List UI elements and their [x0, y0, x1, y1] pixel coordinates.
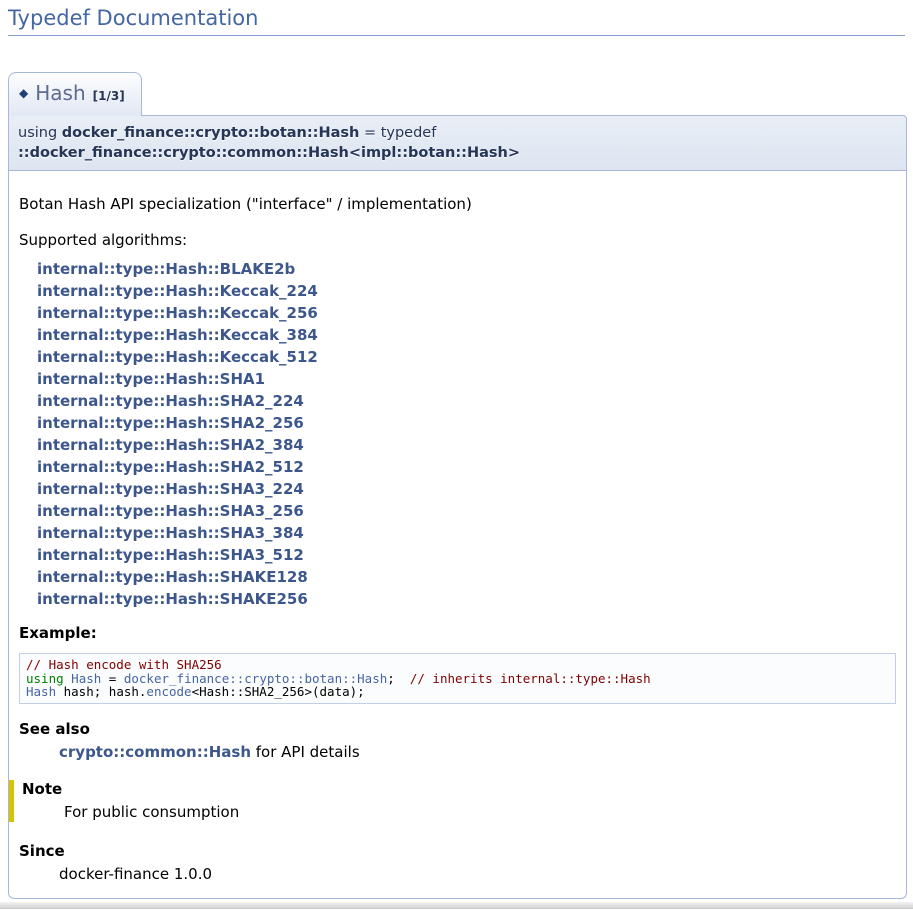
algorithm-row: internal::type::Hash::Keccak_384: [37, 324, 896, 346]
algorithm-link[interactable]: internal::type::Hash::SHA3_512: [37, 546, 304, 564]
algorithms-label: Supported algorithms:: [19, 231, 896, 250]
member-tab-title: Hash: [35, 81, 85, 105]
algorithm-link[interactable]: internal::type::Hash::SHA3_384: [37, 524, 304, 542]
summary-text: Botan Hash API specialization ("interfac…: [19, 195, 896, 214]
algorithm-link[interactable]: internal::type::Hash::SHA2_224: [37, 392, 304, 410]
code-plain-token: ;: [387, 671, 410, 686]
algorithm-link[interactable]: internal::type::Hash::SHA2_512: [37, 458, 304, 476]
algorithm-link[interactable]: internal::type::Hash::Keccak_384: [37, 326, 318, 344]
algorithms-list: internal::type::Hash::BLAKE2binternal::t…: [37, 258, 896, 610]
algorithm-row: internal::type::Hash::SHA1: [37, 368, 896, 390]
algorithm-link[interactable]: internal::type::Hash::SHA1: [37, 370, 265, 388]
algorithm-link[interactable]: internal::type::Hash::Keccak_256: [37, 304, 318, 322]
example-label: Example:: [19, 624, 896, 643]
page-title: Typedef Documentation: [8, 6, 905, 36]
note-section: Note For public consumption: [9, 780, 896, 822]
algorithm-link[interactable]: internal::type::Hash::SHAKE256: [37, 590, 308, 608]
algorithm-row: internal::type::Hash::SHA3_512: [37, 544, 896, 566]
code-line: // Hash encode with SHA256: [26, 658, 889, 672]
section-divider-bar: [0, 902, 913, 909]
declaration-keyword: using: [18, 125, 62, 141]
code-line: Hash hash; hash.encode<Hash::SHA2_256>(d…: [26, 685, 889, 699]
permalink-diamond-icon[interactable]: ◆: [19, 86, 28, 100]
member-documentation: Botan Hash API specialization ("interfac…: [8, 171, 907, 899]
see-also-heading: See also: [19, 720, 896, 739]
algorithm-row: internal::type::Hash::BLAKE2b: [37, 258, 896, 280]
algorithm-row: internal::type::Hash::SHA3_224: [37, 478, 896, 500]
algorithm-row: internal::type::Hash::Keccak_256: [37, 302, 896, 324]
algorithm-link[interactable]: internal::type::Hash::SHA3_224: [37, 480, 304, 498]
code-link[interactable]: Hash: [26, 684, 56, 699]
algorithm-link[interactable]: internal::type::Hash::SHA2_256: [37, 414, 304, 432]
member-declaration: using docker_finance::crypto::botan::Has…: [8, 115, 907, 171]
see-also-text: for API details: [251, 743, 360, 761]
declaration-connector: = typedef: [359, 125, 436, 141]
algorithm-link[interactable]: internal::type::Hash::SHA3_256: [37, 502, 304, 520]
declaration-type: ::docker_finance::crypto::common::Hash<i…: [18, 145, 520, 161]
algorithm-row: internal::type::Hash::SHAKE128: [37, 566, 896, 588]
see-also-link[interactable]: crypto::common::Hash: [59, 743, 251, 761]
algorithm-link[interactable]: internal::type::Hash::Keccak_224: [37, 282, 318, 300]
member-tab[interactable]: ◆ Hash [1/3]: [8, 72, 142, 116]
algorithm-row: internal::type::Hash::SHA2_224: [37, 390, 896, 412]
algorithm-row: internal::type::Hash::SHA3_256: [37, 500, 896, 522]
note-text: For public consumption: [64, 803, 896, 822]
algorithm-row: internal::type::Hash::Keccak_512: [37, 346, 896, 368]
member-tab-index: [1/3]: [93, 89, 125, 103]
code-plain-token: <Hash::SHA2_256>(data);: [192, 684, 365, 699]
algorithm-link[interactable]: internal::type::Hash::SHA2_384: [37, 436, 304, 454]
member-item: ◆Hash[1/3] using docker_finance::crypto:…: [8, 72, 907, 899]
code-block: // Hash encode with SHA256using Hash = d…: [19, 653, 896, 704]
see-also-content: crypto::common::Hash for API details: [59, 743, 896, 762]
see-also-section: See also crypto::common::Hash for API de…: [19, 720, 896, 762]
algorithm-row: internal::type::Hash::SHA2_384: [37, 434, 896, 456]
algorithm-link[interactable]: internal::type::Hash::Keccak_512: [37, 348, 318, 366]
note-heading: Note: [22, 780, 896, 799]
code-line: using Hash = docker_finance::crypto::bot…: [26, 672, 889, 686]
algorithm-row: internal::type::Hash::SHAKE256: [37, 588, 896, 610]
algorithm-row: internal::type::Hash::Keccak_224: [37, 280, 896, 302]
algorithm-link[interactable]: internal::type::Hash::BLAKE2b: [37, 260, 295, 278]
page-bottom-spacer: [0, 909, 913, 910]
since-heading: Since: [19, 842, 896, 861]
code-link[interactable]: encode: [146, 684, 191, 699]
code-comment-token: // inherits internal::type::Hash: [410, 671, 651, 686]
algorithm-link[interactable]: internal::type::Hash::SHAKE128: [37, 568, 308, 586]
since-text: docker-finance 1.0.0: [59, 865, 896, 884]
code-plain-token: hash; hash.: [56, 684, 146, 699]
algorithm-row: internal::type::Hash::SHA3_384: [37, 522, 896, 544]
algorithm-row: internal::type::Hash::SHA2_512: [37, 456, 896, 478]
since-section: Since docker-finance 1.0.0: [19, 842, 896, 884]
declaration-name: docker_finance::crypto::botan::Hash: [62, 125, 360, 141]
algorithm-row: internal::type::Hash::SHA2_256: [37, 412, 896, 434]
